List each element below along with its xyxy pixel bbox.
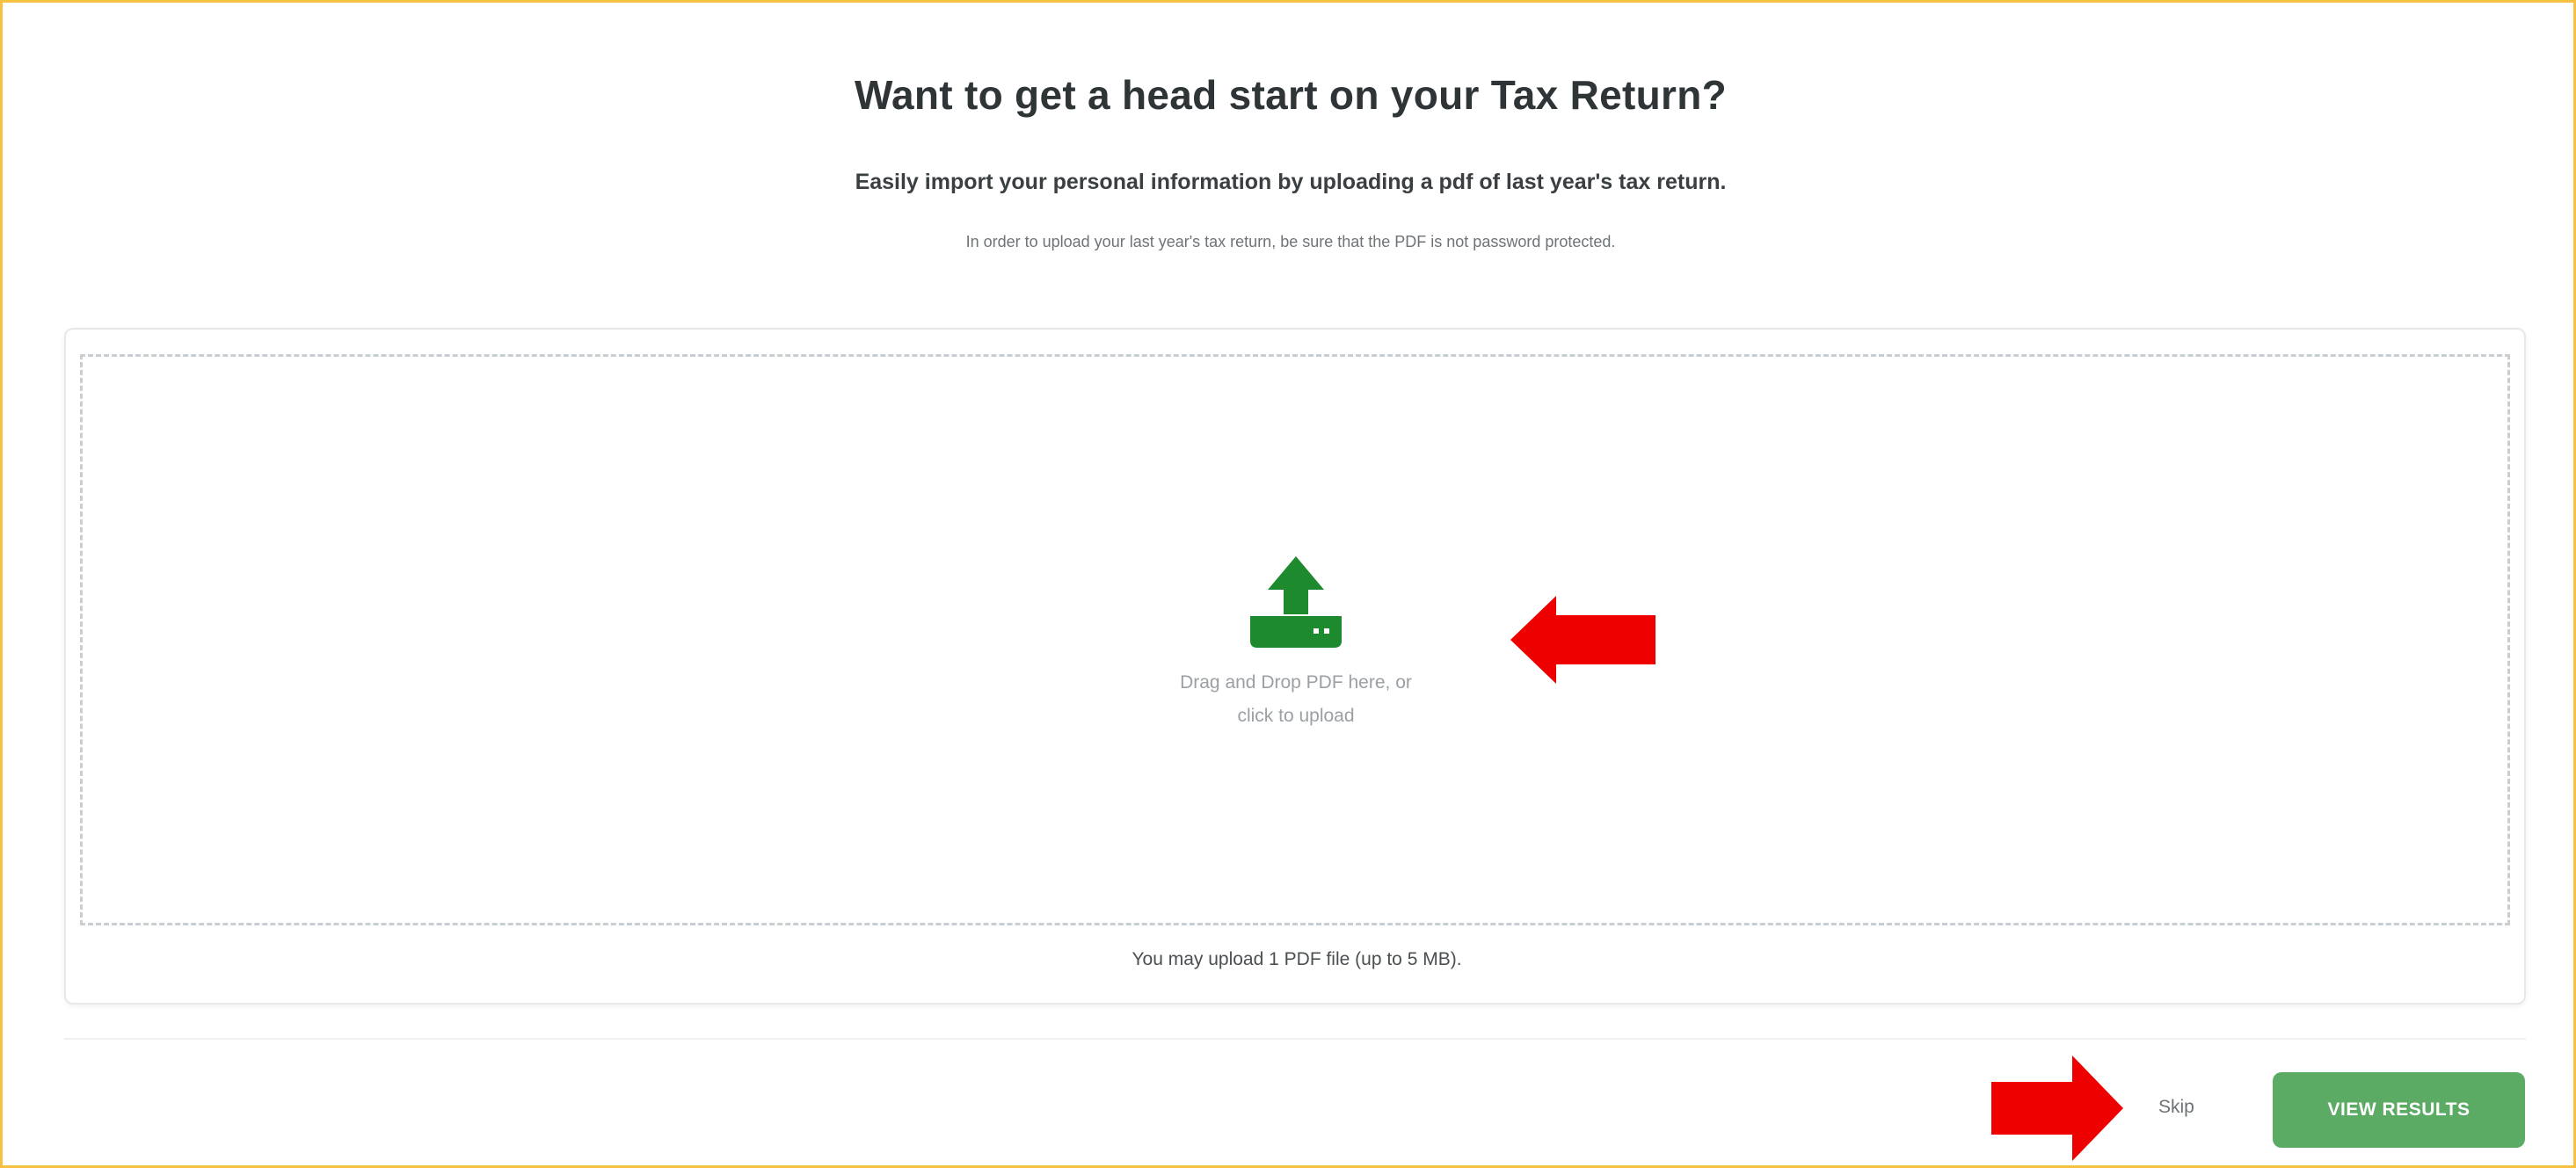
dropzone-prompt: Drag and Drop PDF here, or click to uplo…: [1120, 666, 1472, 733]
page-title: Want to get a head start on your Tax Ret…: [854, 72, 1728, 118]
upload-limit-note: You may upload 1 PDF file (up to 5 MB).: [1132, 949, 1462, 969]
password-note: In order to upload your last year's tax …: [965, 233, 1616, 250]
pdf-dropzone[interactable]: Drag and Drop PDF here, or click to uplo…: [80, 354, 2510, 925]
dropzone-prompt-line2: click to upload: [1237, 706, 1355, 726]
upload-tray-icon: [1250, 556, 1342, 648]
annotation-arrow-right-icon: [1991, 1056, 2123, 1161]
upload-card: Drag and Drop PDF here, or click to uplo…: [64, 328, 2526, 1005]
page-subtitle: Easily import your personal information …: [855, 170, 1727, 194]
annotation-arrow-left-icon: [1510, 596, 1655, 684]
view-results-button[interactable]: VIEW RESULTS: [2273, 1072, 2525, 1148]
skip-link[interactable]: Skip: [2158, 1097, 2194, 1118]
footer-divider: [64, 1038, 2526, 1040]
dropzone-prompt-line1: Drag and Drop PDF here, or: [1180, 672, 1412, 693]
page-frame: Want to get a head start on your Tax Ret…: [0, 0, 2576, 1168]
